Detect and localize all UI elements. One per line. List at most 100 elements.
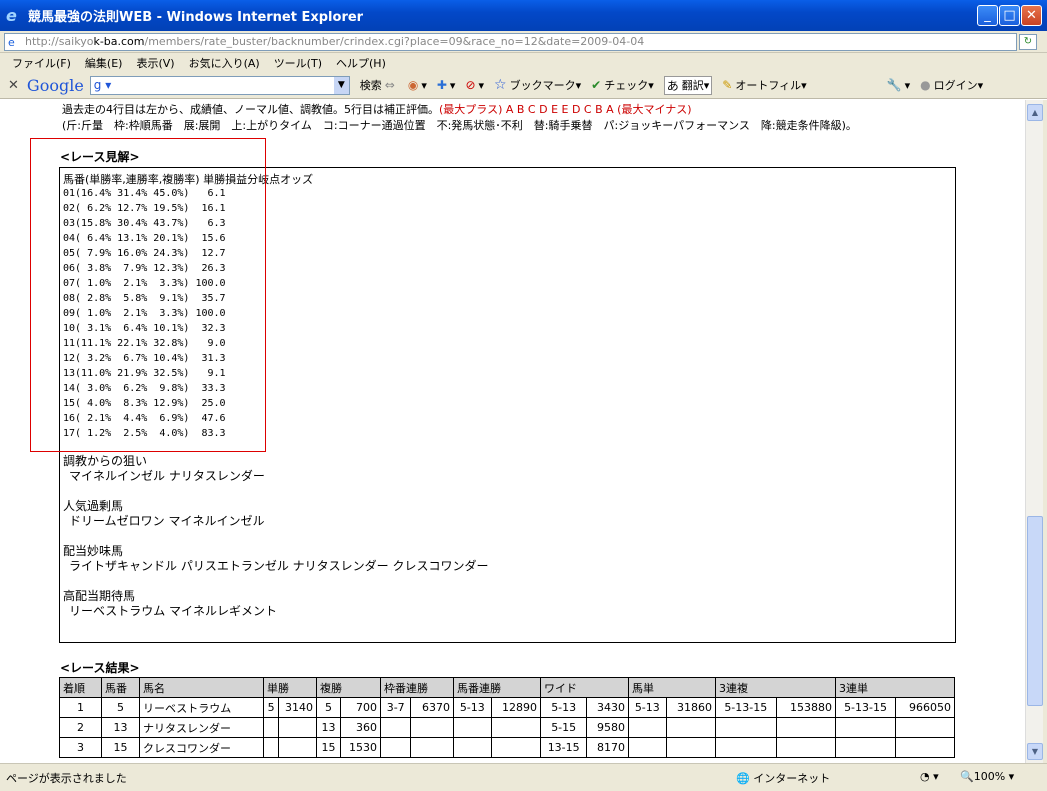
table-cell: 700 [340, 697, 381, 718]
scroll-up-icon[interactable]: ▲ [1027, 104, 1043, 121]
spellcheck-button[interactable]: ✔ チェック ▾ [591, 77, 654, 93]
table-cell: ナリタスレンダー [139, 717, 264, 738]
url-prefix: http://saikyo [25, 35, 94, 48]
table-cell [895, 717, 955, 738]
table-cell [628, 717, 667, 738]
section-label: 高配当期待馬 [63, 589, 136, 603]
menu-edit[interactable]: 編集(E) [85, 55, 123, 71]
menu-favorites[interactable]: お気に入り(A) [189, 55, 260, 71]
google-search-input[interactable]: g ▾ ▼ [89, 75, 350, 95]
autofill-label: オートフィル [735, 79, 802, 92]
star-icon: ☆ [494, 77, 507, 93]
protected-mode-icon[interactable]: ◔ ▾ [920, 770, 939, 783]
table-cell [834, 717, 897, 738]
search-button[interactable]: 検索 ⇔ [360, 77, 398, 93]
table-header-row: 着順 馬番 馬名 単勝 複勝 枠番連勝 馬番連勝 ワイド 馬単 3連複 3連単 [59, 677, 955, 698]
status-bar: ページが表示されました 🌐 インターネット ◔ ▾ 🔍100% ▾ [0, 763, 1047, 791]
race-view-section: 調教からの狙い マイネルインゼル ナリタスレンダー [63, 454, 265, 484]
maximize-button[interactable]: □ [999, 5, 1020, 26]
plus-icon: ✚ [436, 78, 447, 92]
zoom-level: 100% [973, 770, 1006, 783]
table-cell [278, 717, 317, 738]
translate-button[interactable]: あ翻訳 ▾ [663, 75, 713, 95]
arrow-icon: ⇔ [384, 78, 395, 92]
table-cell [278, 737, 317, 758]
table-row: 1 5 リーベストラウム 5 3140 5 700 3-7 6370 5-13 12890 5-13 3… [59, 697, 955, 718]
toolbar-close-icon[interactable]: ✕ [8, 78, 19, 93]
table-cell: 13-15 [539, 737, 588, 758]
table-cell: 5-13 [628, 697, 667, 718]
table-cell: 9580 [586, 717, 629, 738]
table-cell [665, 737, 717, 758]
menu-help[interactable]: ヘルプ(H) [336, 55, 386, 71]
table-cell [715, 737, 777, 758]
table-cell [628, 737, 667, 758]
close-button[interactable]: ✕ [1021, 5, 1042, 26]
settings-button[interactable]: 🔧 ▾ [887, 78, 910, 92]
section-value: マイネルインゼル ナリタスレンダー [69, 469, 265, 483]
pagerank-icon: ◉ [407, 78, 419, 92]
race-view-section: 高配当期待馬 リーベストラウム マイネルレギメント [63, 589, 277, 619]
table-row: 3 15 クレスコワンダー 15 1530 13-15 8170 [59, 737, 955, 758]
minimize-button[interactable]: _ [977, 5, 998, 26]
translate-icon: あ [666, 78, 679, 93]
window-frame [1043, 100, 1047, 763]
table-cell: 3430 [586, 697, 629, 718]
table-cell: 2 [59, 717, 102, 738]
table-cell [262, 737, 280, 758]
table-cell: 966050 [895, 697, 955, 718]
table-cell [775, 737, 837, 758]
table-row: 2 13 ナリタスレンダー 13 360 5-15 9580 [59, 717, 955, 738]
chevron-down-icon[interactable]: ▼ [333, 76, 349, 94]
col-horse-no: 馬番 [101, 677, 140, 698]
table-cell: 13 [316, 717, 341, 738]
table-cell: 3-7 [379, 697, 412, 718]
login-button[interactable]: ● ログイン ▾ [920, 77, 983, 93]
table-cell: 6370 [410, 697, 454, 718]
pagerank-button[interactable]: ◉ ▾ [408, 78, 427, 92]
scroll-down-icon[interactable]: ▼ [1027, 743, 1043, 760]
vertical-scrollbar[interactable]: ▲ ▼ [1025, 100, 1043, 763]
legend-line-1: 過去走の4行目は左から、成績値、ノーマル値、調教値。5行目は補正評価。(最大プラ… [62, 101, 692, 117]
table-cell: 8170 [586, 737, 629, 758]
section-label: 人気過剰馬 [63, 499, 124, 513]
col-quinella: 馬番連勝 [453, 677, 541, 698]
url-field[interactable]: e http://saikyok-ba.com/members/rate_bus… [4, 33, 1017, 51]
race-result-table: 着順 馬番 馬名 単勝 複勝 枠番連勝 馬番連勝 ワイド 馬単 3連複 3連単 … [59, 677, 955, 758]
autofill-icon: ✎ [722, 78, 733, 92]
table-cell [453, 737, 492, 758]
menu-view[interactable]: 表示(V) [136, 55, 174, 71]
menu-tools[interactable]: ツール(T) [274, 55, 322, 71]
plus-button[interactable]: ✚ ▾ [437, 78, 456, 92]
table-cell [379, 737, 412, 758]
section-label: 配当妙味馬 [63, 544, 124, 558]
zoom-icon: 🔍 [960, 770, 974, 783]
race-result-heading: <レース結果> [60, 661, 140, 675]
check-icon: ✔ [591, 78, 602, 92]
table-cell: 15 [316, 737, 341, 758]
refresh-icon[interactable]: ↻ [1019, 34, 1037, 50]
table-cell [715, 717, 777, 738]
autofill-button[interactable]: ✎ オートフィル ▾ [722, 77, 806, 93]
google-toolbar: ✕ Google g ▾ ▼ 検索 ⇔ ◉ ▾ ✚ ▾ ⊘ ▾ ☆ ブックマーク ▾ ✔ チェ… [0, 72, 1047, 99]
table-cell [775, 717, 837, 738]
menu-file[interactable]: ファイル(F) [12, 55, 71, 71]
legend-text: 過去走の4行目は左から、成績値、ノーマル値、調教値。5行目は補正評価。 [62, 103, 439, 116]
table-cell [895, 737, 955, 758]
translate-label: 翻訳 [681, 79, 704, 92]
col-rank: 着順 [59, 677, 102, 698]
globe-icon: 🌐 [736, 772, 750, 785]
race-view-section: 人気過剰馬 ドリームゼロワン マイネルインゼル [63, 499, 264, 529]
scroll-thumb[interactable] [1027, 516, 1043, 706]
table-cell: 3140 [278, 697, 317, 718]
table-cell: 360 [340, 717, 381, 738]
table-cell: 1530 [340, 737, 381, 758]
table-cell [410, 737, 454, 758]
login-label: ログイン [933, 79, 978, 92]
col-win: 単勝 [263, 677, 317, 698]
zoom-control[interactable]: 🔍100% ▾ [960, 770, 1014, 783]
popup-blocker-button[interactable]: ⊘ ▾ [465, 78, 484, 92]
col-exacta: 馬単 [628, 677, 716, 698]
bookmarks-button[interactable]: ☆ ブックマーク ▾ [494, 77, 581, 93]
section-value: リーベストラウム マイネルレギメント [69, 604, 278, 618]
